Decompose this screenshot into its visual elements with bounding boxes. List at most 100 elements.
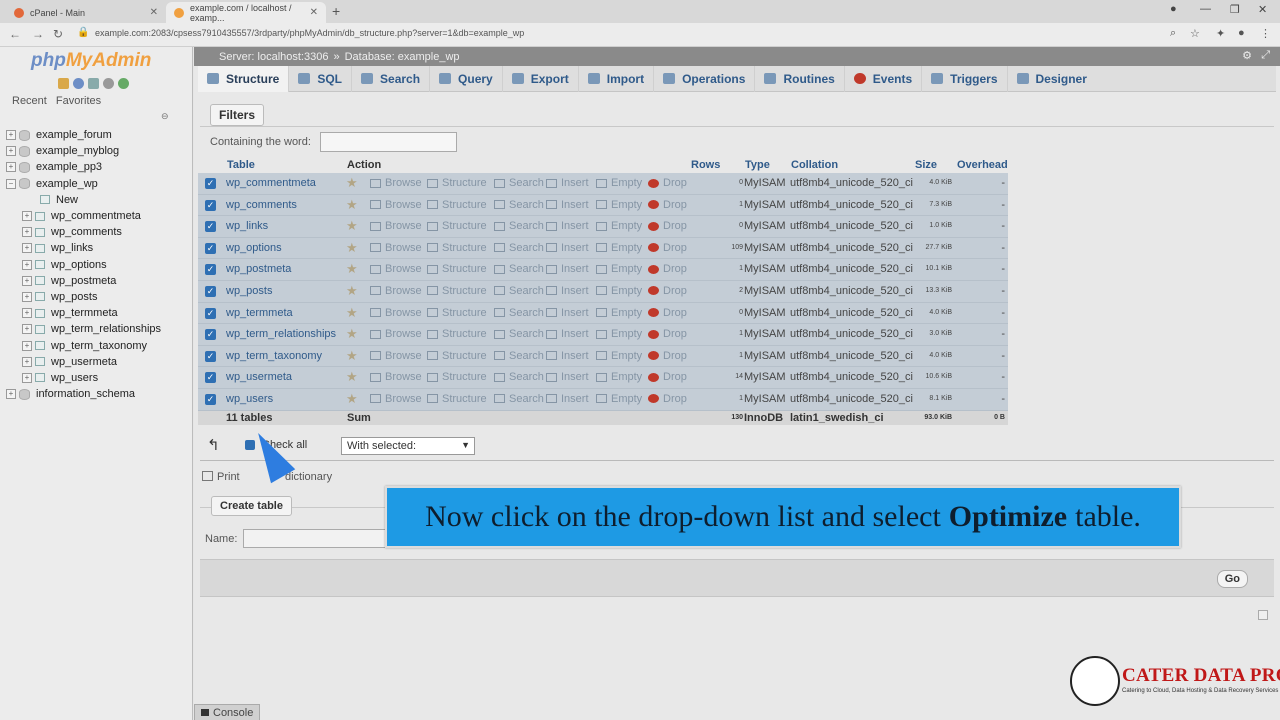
tab-sql[interactable]: SQL bbox=[289, 65, 353, 92]
search-action[interactable]: Search bbox=[494, 199, 544, 211]
reload-nav-icon[interactable] bbox=[118, 78, 129, 89]
favorite-star-icon[interactable]: ★ bbox=[346, 391, 358, 407]
drop-action[interactable]: Drop bbox=[648, 177, 687, 189]
drop-action[interactable]: Drop bbox=[648, 393, 687, 405]
col-size[interactable]: Size bbox=[915, 159, 937, 171]
table-name-link[interactable]: wp_comments bbox=[226, 199, 297, 211]
tab-recent[interactable]: Recent bbox=[12, 95, 47, 107]
table-name-link[interactable]: wp_options bbox=[226, 242, 282, 254]
tree-table[interactable]: + wp_termmeta bbox=[6, 305, 191, 321]
tab-events[interactable]: Events bbox=[845, 65, 923, 92]
drop-action[interactable]: Drop bbox=[648, 328, 687, 340]
table-name-link[interactable]: wp_termmeta bbox=[226, 307, 293, 319]
phpmyadmin-logo[interactable]: phpMyAdmin bbox=[31, 50, 151, 72]
favorite-star-icon[interactable]: ★ bbox=[346, 197, 358, 213]
insert-action[interactable]: Insert bbox=[546, 177, 589, 189]
row-checkbox[interactable]: ✓ bbox=[205, 242, 216, 254]
col-rows[interactable]: Rows bbox=[691, 159, 720, 171]
table-name-link[interactable]: wp_usermeta bbox=[226, 371, 292, 383]
insert-action[interactable]: Insert bbox=[546, 371, 589, 383]
browse-action[interactable]: Browse bbox=[370, 263, 422, 275]
browser-menu-icon[interactable]: ⋮ bbox=[1260, 27, 1271, 40]
tab-designer[interactable]: Designer bbox=[1008, 66, 1096, 92]
maximize-panel-icon[interactable]: ⤢ bbox=[1261, 49, 1270, 62]
search-action[interactable]: Search bbox=[494, 371, 544, 383]
empty-action[interactable]: Empty bbox=[596, 263, 642, 275]
favorite-star-icon[interactable]: ★ bbox=[346, 240, 358, 256]
table-name-link[interactable]: wp_commentmeta bbox=[226, 177, 316, 189]
empty-action[interactable]: Empty bbox=[596, 242, 642, 254]
insert-action[interactable]: Insert bbox=[546, 199, 589, 211]
insert-action[interactable]: Insert bbox=[546, 263, 589, 275]
tab-operations[interactable]: Operations bbox=[654, 65, 756, 92]
breadcrumb-database[interactable]: Database: example_wp bbox=[345, 51, 460, 63]
table-name-link[interactable]: wp_links bbox=[226, 220, 268, 232]
search-action[interactable]: Search bbox=[494, 393, 544, 405]
table-name-link[interactable]: wp_postmeta bbox=[226, 263, 291, 275]
structure-action[interactable]: Structure bbox=[427, 263, 487, 275]
tree-db-example-pp3[interactable]: + example_pp3 bbox=[6, 159, 191, 175]
structure-action[interactable]: Structure bbox=[427, 393, 487, 405]
search-action[interactable]: Search bbox=[494, 177, 544, 189]
docs-icon[interactable] bbox=[88, 78, 99, 89]
row-checkbox[interactable]: ✓ bbox=[205, 329, 216, 341]
page-settings-icon[interactable] bbox=[1258, 610, 1268, 620]
extensions-icon[interactable]: ✦ bbox=[1216, 27, 1225, 40]
insert-action[interactable]: Insert bbox=[546, 242, 589, 254]
browse-action[interactable]: Browse bbox=[370, 177, 422, 189]
search-action[interactable]: Search bbox=[494, 242, 544, 254]
tree-db-example-wp[interactable]: − example_wp bbox=[6, 176, 191, 192]
row-checkbox[interactable]: ✓ bbox=[205, 178, 216, 189]
drop-action[interactable]: Drop bbox=[648, 220, 687, 232]
console-toggle[interactable]: Console bbox=[194, 704, 261, 720]
table-name-link[interactable]: wp_posts bbox=[226, 285, 272, 297]
minimize-icon[interactable]: — bbox=[1200, 3, 1211, 15]
structure-action[interactable]: Structure bbox=[427, 328, 487, 340]
structure-action[interactable]: Structure bbox=[427, 350, 487, 362]
favorite-star-icon[interactable]: ★ bbox=[346, 261, 358, 277]
col-overhead[interactable]: Overhead bbox=[957, 159, 1008, 171]
tree-table[interactable]: + wp_postmeta bbox=[6, 273, 191, 289]
structure-action[interactable]: Structure bbox=[427, 371, 487, 383]
structure-action[interactable]: Structure bbox=[427, 285, 487, 297]
filter-input[interactable] bbox=[320, 132, 457, 152]
structure-action[interactable]: Structure bbox=[427, 199, 487, 211]
tab-query[interactable]: Query bbox=[430, 65, 503, 92]
col-collation[interactable]: Collation bbox=[791, 159, 838, 171]
tree-table[interactable]: + wp_term_relationships bbox=[6, 321, 191, 337]
tab-structure[interactable]: Structure bbox=[198, 65, 290, 92]
back-icon[interactable]: ← bbox=[9, 27, 21, 41]
zoom-icon[interactable]: ⌕ bbox=[1170, 27, 1176, 40]
table-name-link[interactable]: wp_users bbox=[226, 393, 273, 405]
empty-action[interactable]: Empty bbox=[596, 285, 642, 297]
structure-action[interactable]: Structure bbox=[427, 220, 487, 232]
browse-action[interactable]: Browse bbox=[370, 199, 422, 211]
tree-table[interactable]: + wp_posts bbox=[6, 289, 191, 305]
row-checkbox[interactable]: ✓ bbox=[205, 285, 216, 297]
favorite-star-icon[interactable]: ★ bbox=[346, 218, 358, 234]
tab-routines[interactable]: Routines bbox=[755, 65, 845, 92]
browse-action[interactable]: Browse bbox=[370, 371, 422, 383]
browse-action[interactable]: Browse bbox=[370, 328, 422, 340]
settings-gear-icon[interactable] bbox=[103, 78, 114, 89]
browser-tab-cpanel[interactable]: cPanel - Main ✕ bbox=[6, 2, 166, 23]
tree-table[interactable]: + wp_options bbox=[6, 257, 191, 273]
empty-action[interactable]: Empty bbox=[596, 371, 642, 383]
tab-search[interactable]: Search bbox=[352, 65, 431, 92]
favorite-star-icon[interactable]: ★ bbox=[346, 305, 358, 321]
browse-action[interactable]: Browse bbox=[370, 307, 422, 319]
row-checkbox[interactable]: ✓ bbox=[205, 264, 216, 276]
tab-import[interactable]: Import bbox=[579, 65, 655, 92]
tree-db-information-schema[interactable]: + information_schema bbox=[6, 386, 191, 402]
search-action[interactable]: Search bbox=[494, 307, 544, 319]
tree-table[interactable]: + wp_usermeta bbox=[6, 354, 191, 370]
close-icon[interactable]: ✕ bbox=[310, 7, 318, 18]
table-name-input[interactable] bbox=[243, 529, 388, 548]
record-icon[interactable]: ● bbox=[1170, 3, 1177, 15]
drop-action[interactable]: Drop bbox=[648, 199, 687, 211]
drop-action[interactable]: Drop bbox=[648, 307, 687, 319]
window-close-icon[interactable]: ✕ bbox=[1258, 3, 1267, 16]
maximize-icon[interactable]: ❐ bbox=[1230, 3, 1240, 16]
insert-action[interactable]: Insert bbox=[546, 328, 589, 340]
reload-icon[interactable]: ↻ bbox=[53, 27, 63, 41]
